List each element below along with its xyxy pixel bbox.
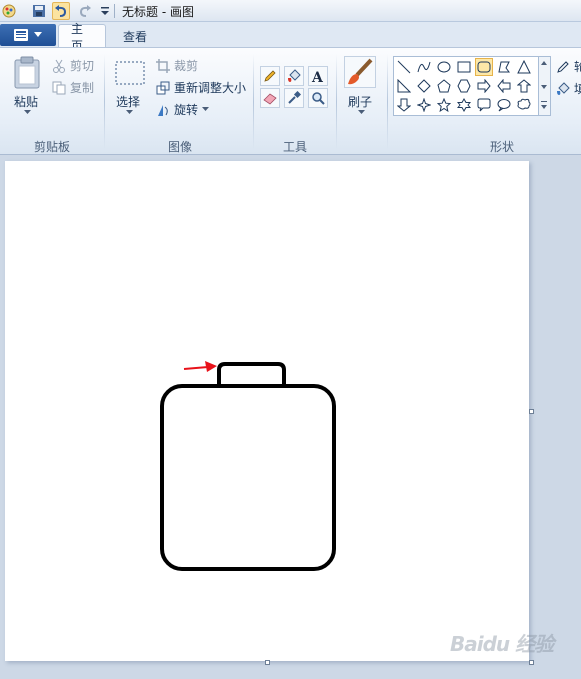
- resize-handle-corner[interactable]: [529, 660, 534, 665]
- brushes-button[interactable]: [344, 56, 376, 88]
- fill-label: 填: [574, 82, 581, 96]
- crop-label: 裁剪: [174, 59, 199, 73]
- brushes-label[interactable]: 刷子: [348, 93, 372, 110]
- pentagon-shape-icon[interactable]: [435, 77, 453, 95]
- text-icon[interactable]: A: [308, 66, 328, 86]
- outline-button[interactable]: 轮: [556, 58, 581, 75]
- line-shape-icon[interactable]: [395, 58, 413, 76]
- rounded-rectangle-body: [160, 384, 336, 571]
- cut-button[interactable]: 剪切: [52, 57, 94, 74]
- outline-pen-icon: [557, 60, 569, 73]
- watermark-text: Baidu 经验: [450, 632, 554, 656]
- group-separator: [336, 54, 337, 150]
- resize-handle-bottom[interactable]: [265, 660, 270, 665]
- shapes-group-label: 形状: [489, 140, 514, 154]
- triangle-shape-icon[interactable]: [515, 58, 533, 76]
- oval-callout-shape-icon[interactable]: [495, 96, 513, 114]
- rectangle-shape-icon[interactable]: [455, 58, 473, 76]
- shapes-gallery: [393, 56, 539, 116]
- image-group-label: 图像: [167, 140, 192, 154]
- cut-label: 剪切: [70, 59, 95, 73]
- ribbon-tab-row: 主页 查看: [0, 22, 581, 53]
- window-title: 无标题 - 画图: [122, 5, 194, 19]
- up-arrow-shape-icon[interactable]: [515, 77, 533, 95]
- fill-bucket-icon: [557, 81, 570, 95]
- chevron-down-icon: [34, 32, 42, 37]
- brush-icon: [348, 58, 373, 85]
- fill-icon[interactable]: [284, 66, 304, 86]
- down-arrow-shape-icon[interactable]: [395, 96, 413, 114]
- pencil-icon[interactable]: [260, 66, 280, 86]
- rotate-icon: [158, 104, 168, 116]
- copy-label: 复制: [70, 81, 95, 95]
- magnifier-icon[interactable]: [308, 88, 328, 108]
- clipboard-icon: [14, 56, 40, 89]
- red-arrow-icon: [183, 361, 217, 372]
- menu-icon: [14, 29, 28, 41]
- curve-shape-icon[interactable]: [415, 58, 433, 76]
- paste-dropdown-arrow[interactable]: [24, 110, 31, 115]
- five-point-star-shape-icon[interactable]: [435, 96, 453, 114]
- copy-icon: [52, 81, 66, 94]
- select-button[interactable]: [114, 60, 146, 86]
- select-dropdown-arrow[interactable]: [126, 110, 133, 115]
- clipboard-group-label: 剪贴板: [33, 140, 70, 154]
- svg-text:A: A: [311, 70, 324, 83]
- fill-button[interactable]: 填: [556, 80, 581, 97]
- resize-handle-right[interactable]: [529, 409, 534, 414]
- crop-icon: [156, 58, 170, 73]
- copy-button[interactable]: 复制: [52, 79, 94, 96]
- crop-button[interactable]: 裁剪: [156, 57, 198, 74]
- diamond-shape-icon[interactable]: [415, 77, 433, 95]
- app-menu-button[interactable]: [0, 24, 56, 46]
- tools-group-label: 工具: [282, 140, 307, 154]
- drawing: [160, 361, 336, 571]
- drawing-canvas[interactable]: [5, 161, 529, 661]
- shapes-gallery-scroller[interactable]: [539, 56, 551, 116]
- ribbon: 粘贴 剪切 复制 剪贴板 选择 裁剪 重新调整大小 旋转 图像 A 工具 刷子 …: [0, 47, 581, 155]
- oval-shape-icon[interactable]: [435, 58, 453, 76]
- rounded-rectangle-shape-icon[interactable]: [475, 58, 493, 76]
- cloud-callout-shape-icon[interactable]: [515, 96, 533, 114]
- paste-label[interactable]: 粘贴: [14, 93, 38, 110]
- six-point-star-shape-icon[interactable]: [455, 96, 473, 114]
- right-arrow-shape-icon[interactable]: [475, 77, 493, 95]
- redo-icon[interactable]: [76, 2, 94, 20]
- outline-label: 轮: [574, 60, 581, 74]
- rotate-label: 旋转: [174, 103, 199, 117]
- group-separator: [387, 54, 388, 150]
- chevron-down-icon: [202, 107, 210, 111]
- brushes-dropdown-arrow[interactable]: [358, 110, 365, 115]
- select-label[interactable]: 选择: [116, 93, 140, 110]
- hexagon-shape-icon[interactable]: [455, 77, 473, 95]
- group-separator: [253, 54, 254, 150]
- color-picker-icon[interactable]: [284, 88, 304, 108]
- scissors-icon: [53, 59, 65, 73]
- four-point-star-shape-icon[interactable]: [415, 96, 433, 114]
- group-separator: [104, 54, 105, 150]
- eraser-icon[interactable]: [260, 88, 280, 108]
- rounded-rectangle-cap: [217, 362, 286, 386]
- resize-icon: [156, 81, 170, 94]
- separator: [114, 4, 115, 18]
- resize-button[interactable]: 重新调整大小: [156, 79, 246, 96]
- customize-dropdown-icon[interactable]: [96, 2, 114, 20]
- polygon-shape-icon[interactable]: [495, 58, 513, 76]
- rotate-button[interactable]: 旋转: [156, 101, 210, 118]
- selection-rect-icon: [115, 61, 145, 85]
- resize-label: 重新调整大小: [174, 81, 247, 95]
- left-arrow-shape-icon[interactable]: [495, 77, 513, 95]
- save-icon[interactable]: [30, 2, 48, 20]
- tab-view[interactable]: 查看: [111, 24, 159, 48]
- tab-home[interactable]: 主页: [58, 22, 106, 53]
- rounded-callout-shape-icon[interactable]: [475, 96, 493, 114]
- canvas-workspace: [0, 155, 581, 679]
- right-triangle-shape-icon[interactable]: [395, 77, 413, 95]
- paste-button[interactable]: [12, 56, 42, 90]
- undo-icon[interactable]: [52, 2, 70, 20]
- paint-app-icon[interactable]: [0, 2, 18, 20]
